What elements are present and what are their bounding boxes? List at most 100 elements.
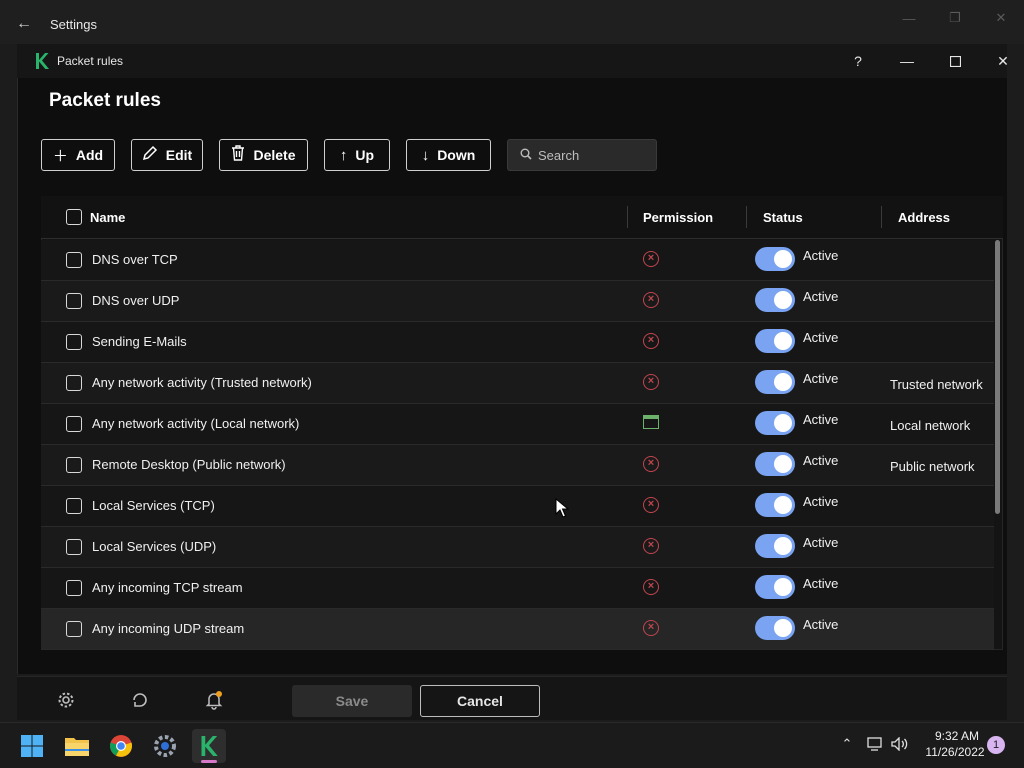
row-checkbox[interactable] <box>66 293 82 309</box>
status-toggle[interactable] <box>755 616 795 640</box>
row-checkbox[interactable] <box>66 252 82 268</box>
toggle-knob <box>774 332 792 350</box>
rule-name: Any network activity (Trusted network) <box>92 375 312 390</box>
toggle-knob <box>774 291 792 309</box>
block-icon[interactable]: × <box>643 497 659 513</box>
toggle-knob <box>774 619 792 637</box>
settings-app-icon[interactable] <box>148 729 182 763</box>
toggle-knob <box>774 414 792 432</box>
volume-icon[interactable] <box>891 735 909 753</box>
search-input[interactable]: Search <box>507 139 657 171</box>
block-icon[interactable]: × <box>643 456 659 472</box>
down-button[interactable]: ↓ Down <box>406 139 491 171</box>
packet-rules-window-title: Packet rules <box>57 54 124 68</box>
outer-minimize-icon[interactable]: — <box>894 8 924 28</box>
row-checkbox[interactable] <box>66 498 82 514</box>
plus-icon: ＋ <box>52 147 68 165</box>
outer-restore-icon[interactable]: ❐ <box>940 8 970 28</box>
address-value: Public network <box>890 459 975 474</box>
close-icon[interactable]: ✕ <box>988 50 1018 72</box>
up-label: Up <box>355 147 375 163</box>
block-icon[interactable]: × <box>643 333 659 349</box>
status-label: Active <box>803 453 839 468</box>
status-label: Active <box>803 330 839 345</box>
settings-window-title: Settings <box>50 17 97 32</box>
row-checkbox[interactable] <box>66 416 82 432</box>
edit-button[interactable]: Edit <box>131 139 203 171</box>
table-row[interactable] <box>41 281 994 322</box>
notification-bell-icon[interactable] <box>204 690 224 710</box>
scrollbar-thumb[interactable] <box>995 240 1000 514</box>
back-arrow-icon[interactable]: ← <box>12 12 36 36</box>
rule-name: Remote Desktop (Public network) <box>92 457 286 472</box>
status-label: Active <box>803 617 839 632</box>
outer-close-icon[interactable]: ✕ <box>986 8 1016 28</box>
minimize-icon[interactable]: — <box>892 50 922 72</box>
row-checkbox[interactable] <box>66 539 82 555</box>
address-value: Local network <box>890 418 971 433</box>
cancel-button[interactable]: Cancel <box>420 685 540 717</box>
edit-label: Edit <box>165 147 193 163</box>
up-button[interactable]: ↑ Up <box>324 139 390 171</box>
page-title: Packet rules <box>49 90 161 111</box>
block-icon[interactable]: × <box>643 620 659 636</box>
notification-badge[interactable]: 1 <box>987 736 1005 754</box>
arrow-down-icon: ↓ <box>421 146 430 164</box>
column-header-status[interactable]: Status <box>763 210 803 225</box>
status-toggle[interactable] <box>755 534 795 558</box>
rule-name: DNS over TCP <box>92 252 178 267</box>
block-icon[interactable]: × <box>643 538 659 554</box>
row-checkbox[interactable] <box>66 375 82 391</box>
select-all-checkbox[interactable] <box>66 209 82 225</box>
block-icon[interactable]: × <box>643 292 659 308</box>
rule-name: Local Services (TCP) <box>92 498 215 513</box>
network-icon[interactable] <box>866 735 884 753</box>
status-label: Active <box>803 412 839 427</box>
status-toggle[interactable] <box>755 411 795 435</box>
support-icon[interactable] <box>130 690 150 710</box>
column-divider[interactable] <box>746 206 747 228</box>
status-toggle[interactable] <box>755 370 795 394</box>
toggle-knob <box>774 455 792 473</box>
status-toggle[interactable] <box>755 493 795 517</box>
column-header-address[interactable]: Address <box>898 210 950 225</box>
add-button[interactable]: ＋ Add <box>41 139 115 171</box>
help-icon[interactable]: ? <box>843 50 873 72</box>
row-checkbox[interactable] <box>66 580 82 596</box>
row-checkbox[interactable] <box>66 334 82 350</box>
application-rules-icon[interactable] <box>643 415 659 429</box>
search-icon <box>520 148 532 163</box>
arrow-up-icon: ↑ <box>339 146 348 164</box>
chrome-icon[interactable] <box>104 729 138 763</box>
status-toggle[interactable] <box>755 452 795 476</box>
block-icon[interactable]: × <box>643 251 659 267</box>
column-header-permission[interactable]: Permission <box>643 210 713 225</box>
table-header <box>41 196 1003 239</box>
status-toggle[interactable] <box>755 247 795 271</box>
table-row[interactable] <box>41 240 994 281</box>
block-icon[interactable]: × <box>643 579 659 595</box>
file-explorer-icon[interactable] <box>60 729 94 763</box>
windows-start-icon[interactable] <box>15 729 49 763</box>
column-divider[interactable] <box>627 206 628 228</box>
clock-date[interactable]: 11/26/2022 <box>915 745 995 759</box>
rule-name: DNS over UDP <box>92 293 180 308</box>
rule-name: Any network activity (Local network) <box>92 416 300 431</box>
gear-icon[interactable] <box>56 690 76 710</box>
row-checkbox[interactable] <box>66 621 82 637</box>
block-icon[interactable]: × <box>643 374 659 390</box>
pencil-icon <box>142 145 158 165</box>
status-label: Active <box>803 248 839 263</box>
status-toggle[interactable] <box>755 288 795 312</box>
maximize-icon[interactable] <box>940 50 970 72</box>
column-header-name[interactable]: Name <box>90 210 125 225</box>
column-divider[interactable] <box>881 206 882 228</box>
delete-button[interactable]: Delete <box>219 139 308 171</box>
save-button[interactable]: Save <box>292 685 412 717</box>
status-toggle[interactable] <box>755 329 795 353</box>
kaspersky-app-icon[interactable] <box>192 729 226 763</box>
chevron-up-icon[interactable]: ⌃ <box>838 735 856 753</box>
status-toggle[interactable] <box>755 575 795 599</box>
clock-time[interactable]: 9:32 AM <box>922 729 992 743</box>
row-checkbox[interactable] <box>66 457 82 473</box>
